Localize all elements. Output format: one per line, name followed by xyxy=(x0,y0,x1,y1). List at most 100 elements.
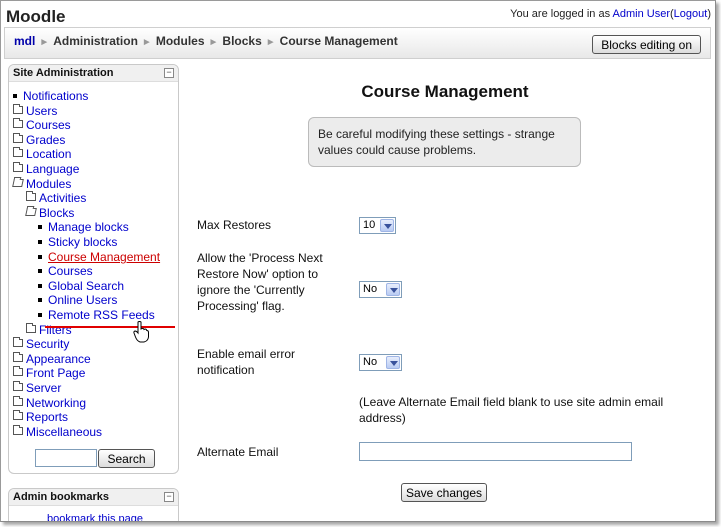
bullet-icon xyxy=(38,284,42,288)
sidebar-item[interactable]: Appearance xyxy=(13,352,91,366)
sidebar-item[interactable]: Global Search xyxy=(38,279,124,293)
sidebar-item-label: Remote RSS Feeds xyxy=(48,308,155,322)
sidebar-item[interactable]: Course Management xyxy=(38,250,160,264)
sidebar-item-label: Front Page xyxy=(26,366,86,380)
folder-icon xyxy=(13,410,23,420)
folder-icon xyxy=(26,191,36,201)
select-value: 10 xyxy=(363,219,376,231)
dropdown-arrow-icon xyxy=(380,219,394,232)
sidebar-item-label: Courses xyxy=(26,118,71,132)
save-changes-button[interactable]: Save changes xyxy=(401,483,487,502)
folder-icon xyxy=(13,366,23,376)
sidebar-item[interactable]: Activities xyxy=(26,191,86,205)
folder-icon xyxy=(13,381,23,391)
alternate-email-note: (Leave Alternate Email field blank to us… xyxy=(359,395,664,425)
bullet-icon xyxy=(38,313,42,317)
page-title: Course Management xyxy=(361,82,529,101)
sidebar-item-label: Language xyxy=(26,162,80,176)
sidebar-item[interactable]: Courses xyxy=(13,118,71,132)
collapse-icon[interactable]: − xyxy=(164,492,174,502)
folder-icon xyxy=(13,425,23,435)
blocks-editing-button[interactable]: Blocks editing on xyxy=(592,35,701,54)
sidebar-item[interactable]: Networking xyxy=(13,396,86,410)
sidebar-item-label: Users xyxy=(26,104,58,118)
breadcrumb-mdl[interactable]: mdl xyxy=(14,34,35,48)
sidebar-item[interactable]: Modules xyxy=(12,177,71,191)
breadcrumb-blocks[interactable]: Blocks xyxy=(222,34,261,48)
sidebar-item[interactable]: Manage blocks xyxy=(38,220,129,234)
select-value: No xyxy=(363,283,378,295)
sidebar-item-label: Sticky blocks xyxy=(48,235,118,249)
breadcrumb-modules[interactable]: Modules xyxy=(156,34,205,48)
sidebar-item[interactable]: Remote RSS Feeds xyxy=(38,308,155,322)
sidebar-item[interactable]: Security xyxy=(13,337,69,351)
sidebar-item-label: Global Search xyxy=(48,279,125,293)
sidebar-item[interactable]: Online Users xyxy=(38,293,117,307)
sidebar-item[interactable]: Grades xyxy=(13,133,65,147)
login-prefix: You are logged in as xyxy=(510,8,611,20)
sidebar-item[interactable]: Reports xyxy=(13,410,68,424)
sidebar-item-label: Course Management xyxy=(48,250,161,264)
process-next-label: Allow the 'Process Next Restore Now' opt… xyxy=(197,251,323,313)
folder-icon xyxy=(13,133,23,143)
bullet-icon xyxy=(38,298,42,302)
bookmark-this-page-link[interactable]: bookmark this page xyxy=(47,513,143,521)
sidebar-item-label: Miscellaneous xyxy=(26,425,103,439)
bullet-icon xyxy=(38,269,42,273)
active-item-underline xyxy=(45,326,175,328)
folder-open-icon xyxy=(25,208,37,216)
user-profile-link[interactable]: Admin User xyxy=(613,8,670,20)
navbar: mdl ► Administration ► Modules ► Blocks ► Course… xyxy=(4,27,711,59)
breadcrumb-administration[interactable]: Administration xyxy=(53,34,138,48)
sidebar-item[interactable]: Language xyxy=(13,162,79,176)
block-header: Site Administration − xyxy=(9,65,178,82)
block-title: Site Administration xyxy=(13,67,114,79)
sidebar-item[interactable]: Blocks xyxy=(25,206,74,220)
sidebar-item-label: Courses xyxy=(48,264,93,278)
admin-search-input[interactable] xyxy=(35,449,97,467)
warning-notice: Be careful modifying these settings - st… xyxy=(308,117,581,167)
search-button[interactable]: Search xyxy=(98,449,155,468)
select-value: No xyxy=(363,356,378,368)
sidebar-item-label: Location xyxy=(26,147,72,161)
dropdown-arrow-icon xyxy=(386,283,400,296)
sidebar-item[interactable]: Miscellaneous xyxy=(13,425,102,439)
folder-icon xyxy=(13,352,23,362)
block-header: Admin bookmarks − xyxy=(9,489,178,506)
sidebar-item[interactable]: Sticky blocks xyxy=(38,235,117,249)
sidebar-item-label: Grades xyxy=(26,133,66,147)
breadcrumb-separator-icon: ► xyxy=(208,37,219,48)
bullet-icon xyxy=(13,94,17,98)
folder-icon xyxy=(13,396,23,406)
email-error-label: Enable email error notification xyxy=(197,347,296,377)
sidebar-item-label: Notifications xyxy=(23,89,89,103)
logout-link[interactable]: Logout xyxy=(674,8,708,20)
breadcrumb-separator-icon: ► xyxy=(141,37,152,48)
admin-bookmarks-block: Admin bookmarks − bookmark this page xyxy=(8,488,179,521)
sidebar-item[interactable]: Users xyxy=(13,104,57,118)
sidebar-item-label: Appearance xyxy=(26,352,91,366)
site-administration-block: Site Administration − Notifications Users… xyxy=(8,64,179,474)
folder-open-icon xyxy=(12,179,24,187)
email-error-select[interactable]: No xyxy=(359,354,402,371)
sidebar-item-label: Reports xyxy=(26,410,69,424)
logout-paren-close: ) xyxy=(707,8,711,20)
sidebar-item[interactable]: Location xyxy=(13,147,71,161)
collapse-icon[interactable]: − xyxy=(164,68,174,78)
sidebar-item[interactable]: Courses xyxy=(38,264,93,278)
alternate-email-label: Alternate Email xyxy=(197,445,279,459)
sidebar-item[interactable]: Front Page xyxy=(13,366,85,380)
folder-icon xyxy=(13,118,23,128)
bullet-icon xyxy=(38,255,42,259)
breadcrumb: mdl ► Administration ► Modules ► Blocks ► Course… xyxy=(14,34,398,48)
sidebar-item[interactable]: Notifications xyxy=(13,89,88,103)
bullet-icon xyxy=(38,240,42,244)
dropdown-arrow-icon xyxy=(386,356,400,369)
bullet-icon xyxy=(38,225,42,229)
process-next-select[interactable]: No xyxy=(359,281,402,298)
sidebar-item[interactable]: Server xyxy=(13,381,61,395)
max-restores-select[interactable]: 10 xyxy=(359,217,396,234)
sidebar-item-label: Networking xyxy=(26,396,87,410)
alternate-email-field[interactable] xyxy=(359,442,632,461)
block-title: Admin bookmarks xyxy=(13,491,109,503)
